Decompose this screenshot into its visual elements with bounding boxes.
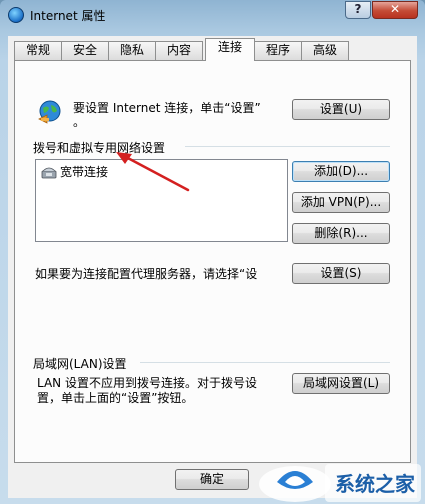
add-vpn-button[interactable]: 添加 VPN(P)... xyxy=(292,192,390,213)
lan-instruction-line2: 置，单击上面的“设置”按钮。 xyxy=(37,391,194,405)
tab-privacy[interactable]: 隐私 xyxy=(108,41,156,60)
watermark-text: 系统之家 xyxy=(335,472,415,496)
ok-button[interactable]: 确定 xyxy=(175,469,249,490)
setup-instruction-line2: 。 xyxy=(73,115,86,129)
dialog-client-area: 常规 安全 隐私 内容 连接 程序 高级 要设置 Internet 连接，单击“… xyxy=(8,36,417,498)
tab-content[interactable]: 内容 xyxy=(155,41,203,60)
dialog-window: Internet 属性 ? ✕ 常规 安全 隐私 内容 连接 程序 高级 要设置… xyxy=(0,0,425,504)
delete-button[interactable]: 删除(R)... xyxy=(292,223,390,244)
help-button[interactable]: ? xyxy=(345,1,371,19)
setup-button[interactable]: 设置(U) xyxy=(292,99,390,120)
add-button[interactable]: 添加(D)... xyxy=(292,161,390,182)
tab-general[interactable]: 常规 xyxy=(14,41,62,60)
network-globe-icon xyxy=(38,100,61,124)
proxy-instruction-line1: 如果要为连接配置代理服务器，请选择“设 xyxy=(35,267,258,281)
tab-advanced[interactable]: 高级 xyxy=(301,41,349,60)
lan-heading: 局域网(LAN)设置 xyxy=(33,357,127,371)
connection-settings-button[interactable]: 设置(S) xyxy=(292,263,390,284)
list-item-label: 宽带连接 xyxy=(60,165,109,179)
annotation-arrow xyxy=(116,152,190,192)
close-button[interactable]: ✕ xyxy=(372,1,418,19)
internet-globe-icon xyxy=(8,7,24,23)
connections-panel: 要设置 Internet 连接，单击“设置” 。 设置(U) 拨号和虚拟专用网络… xyxy=(14,60,411,463)
title-bar[interactable]: Internet 属性 ? ✕ xyxy=(0,0,425,30)
tab-programs[interactable]: 程序 xyxy=(254,41,302,60)
dialup-separator xyxy=(185,146,390,147)
tab-security[interactable]: 安全 xyxy=(61,41,109,60)
window-title: Internet 属性 xyxy=(30,9,106,23)
tab-connections[interactable]: 连接 xyxy=(205,38,255,61)
watermark-logo: 系统之家 xyxy=(255,452,425,504)
dialup-connection-icon xyxy=(41,167,57,179)
setup-instruction-line1: 要设置 Internet 连接，单击“设置” xyxy=(73,101,261,115)
lan-settings-button[interactable]: 局域网设置(L) xyxy=(292,373,390,394)
lan-separator xyxy=(140,362,390,363)
